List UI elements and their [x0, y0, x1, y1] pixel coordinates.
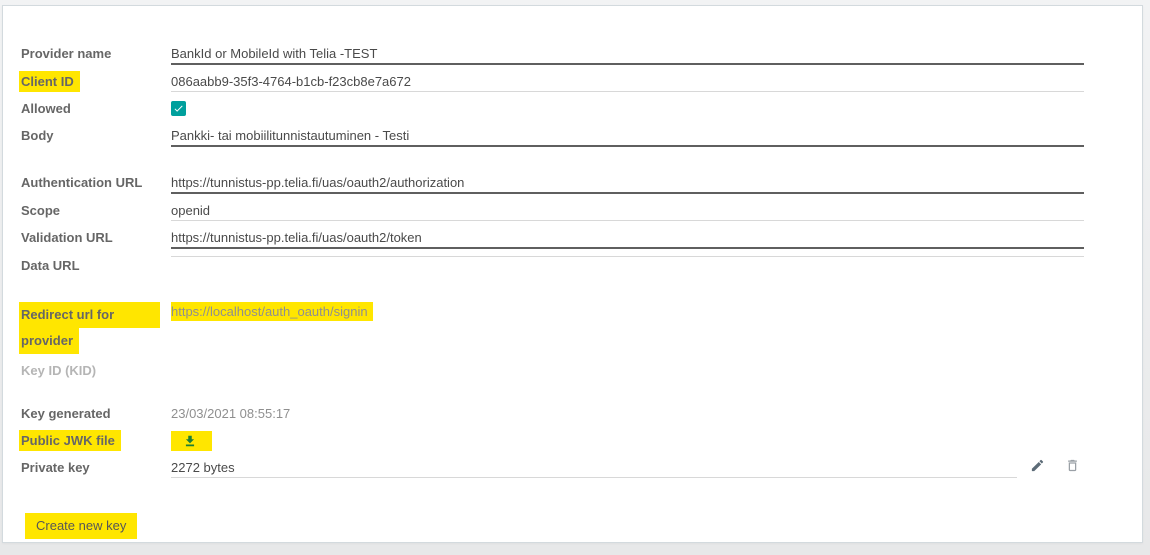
validation-url-input[interactable]: https://tunnistus-pp.telia.fi/uas/oauth2… — [171, 228, 1084, 249]
field-row-allowed: Allowed — [21, 99, 1142, 119]
field-row-provider-name: Provider name BankId or MobileId with Te… — [21, 44, 1142, 65]
key-generated-value: 23/03/2021 08:55:17 — [171, 406, 291, 421]
trash-icon — [1068, 459, 1077, 472]
key-id-label: Key ID (KID) — [21, 363, 97, 378]
delete-private-key-button[interactable] — [1065, 458, 1080, 473]
client-id-input[interactable]: 086aabb9-35f3-4764-b1cb-f23cb8e7a672 — [171, 72, 1084, 92]
field-row-auth-url: Authentication URL https://tunnistus-pp.… — [21, 173, 1142, 194]
download-icon — [185, 435, 195, 447]
data-url-input[interactable] — [171, 256, 1084, 257]
redirect-url-value: https://localhost/auth_oauth/signin — [171, 302, 373, 321]
validation-url-label: Validation URL — [21, 230, 113, 245]
provider-name-input[interactable]: BankId or MobileId with Telia -TEST — [171, 44, 1084, 65]
private-key-input[interactable]: 2272 bytes — [171, 458, 1017, 478]
scope-input[interactable]: openid — [171, 201, 1084, 221]
field-row-private-key: Private key 2272 bytes — [21, 458, 1142, 478]
key-generated-label: Key generated — [21, 406, 111, 421]
field-row-body: Body Pankki- tai mobiilitunnistautuminen… — [21, 126, 1142, 147]
pencil-icon — [1031, 459, 1044, 472]
public-jwk-label: Public JWK file — [19, 430, 121, 451]
checkmark-icon — [174, 105, 183, 112]
field-row-key-id: Key ID (KID) — [21, 361, 1142, 381]
body-input[interactable]: Pankki- tai mobiilitunnistautuminen - Te… — [171, 126, 1084, 147]
download-jwk-button[interactable] — [171, 431, 212, 451]
auth-url-label: Authentication URL — [21, 175, 143, 190]
field-row-key-generated: Key generated 23/03/2021 08:55:17 — [21, 404, 1142, 424]
edit-private-key-button[interactable] — [1030, 458, 1045, 473]
auth-url-input[interactable]: https://tunnistus-pp.telia.fi/uas/oauth2… — [171, 173, 1084, 194]
field-row-data-url: Data URL — [21, 256, 1142, 276]
create-new-key-button[interactable]: Create new key — [25, 513, 138, 539]
redirect-url-label: Redirect url for provider — [19, 302, 171, 354]
data-url-label: Data URL — [21, 258, 80, 273]
private-key-label: Private key — [21, 460, 90, 475]
provider-name-label: Provider name — [21, 46, 112, 61]
field-row-redirect-url: Redirect url for provider https://localh… — [19, 302, 1142, 354]
field-row-validation-url: Validation URL https://tunnistus-pp.teli… — [21, 228, 1142, 249]
field-row-client-id: Client ID 086aabb9-35f3-4764-b1cb-f23cb8… — [19, 71, 1142, 92]
field-row-public-jwk: Public JWK file — [19, 430, 1142, 453]
allowed-checkbox[interactable] — [171, 101, 186, 116]
field-row-scope: Scope openid — [21, 201, 1142, 221]
provider-form-sheet: Provider name BankId or MobileId with Te… — [2, 5, 1143, 543]
allowed-label: Allowed — [21, 101, 71, 116]
scope-label: Scope — [21, 203, 61, 218]
body-label: Body — [21, 128, 54, 143]
client-id-label: Client ID — [19, 71, 80, 92]
